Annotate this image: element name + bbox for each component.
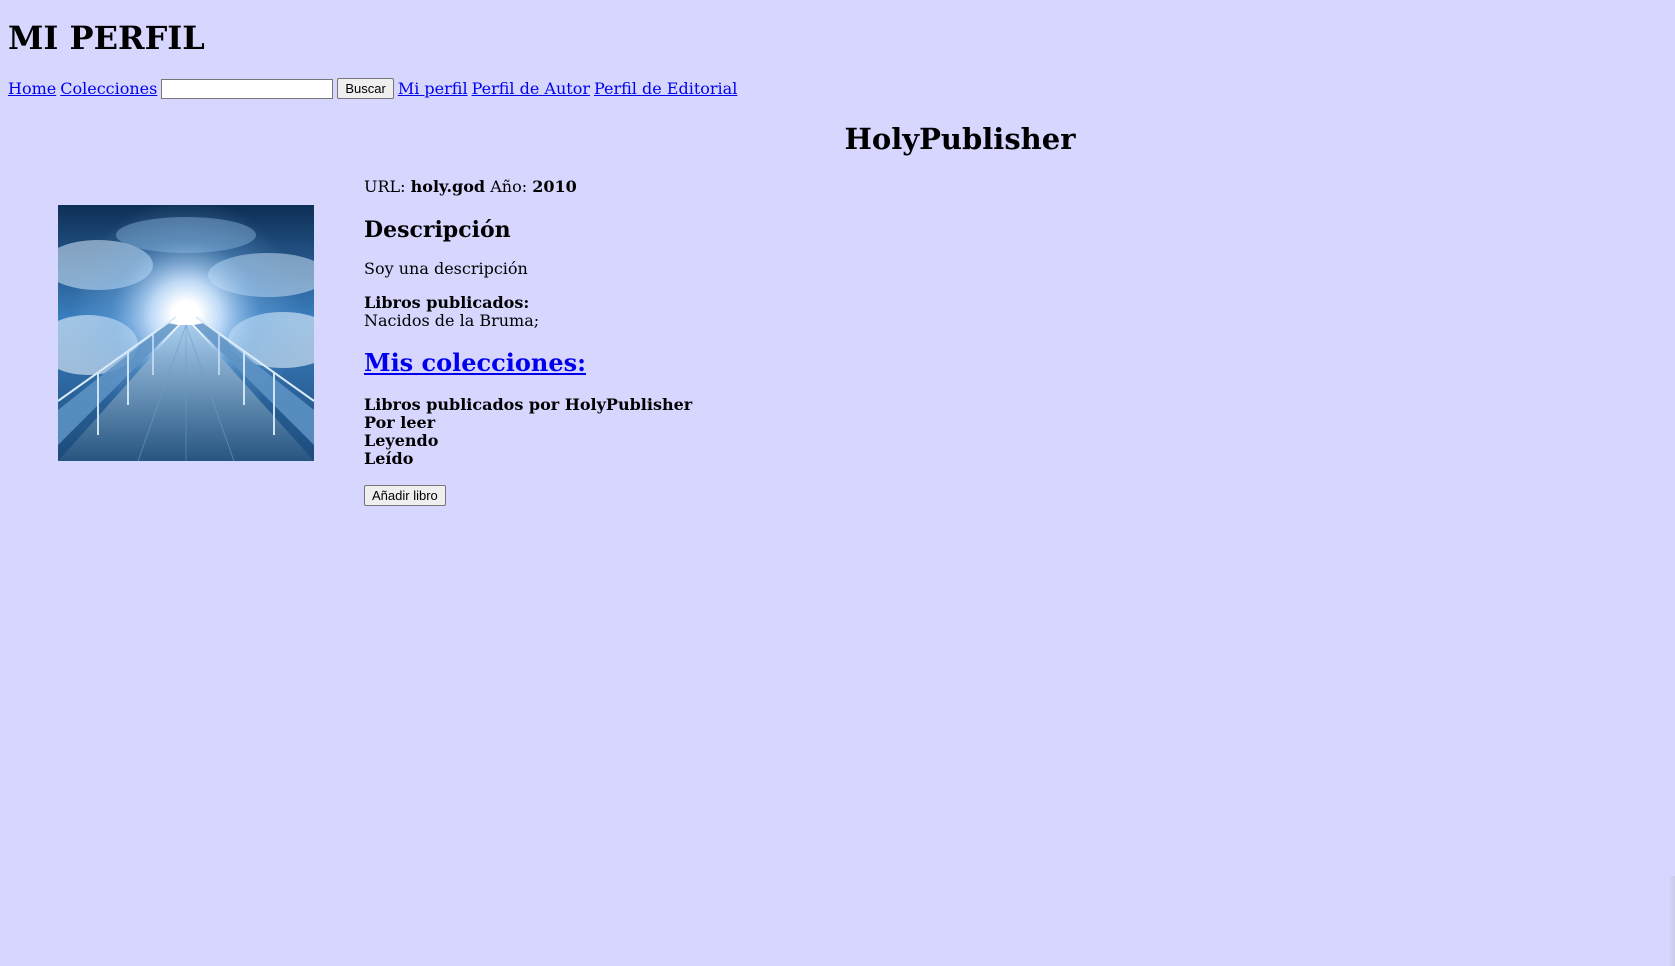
nav-author-profile-link[interactable]: Perfil de Autor [472,79,590,98]
nav-my-profile-link[interactable]: Mi perfil [398,79,468,98]
collections-link[interactable]: Mis colecciones: [364,348,586,377]
nav-collections-link[interactable]: Colecciones [60,79,157,98]
url-value: holy.god [410,177,486,196]
nav-publisher-profile-link[interactable]: Perfil de Editorial [594,79,737,98]
description-text: Soy una descripción [364,259,528,278]
profile-image [58,205,314,461]
profile-info: URL: holy.god Año: 2010 Descripción Soy … [364,178,1064,506]
url-label: URL: [364,177,406,196]
sky-bridge-image [58,205,314,461]
collections-title: Mis colecciones: [364,350,1064,376]
collections-list: Libros publicados por HolyPublisher Por … [364,396,1064,468]
collection-item: Leído [364,449,414,468]
window-edge-shadow [1669,876,1675,966]
search-input[interactable] [161,78,334,99]
description-title: Descripción [364,217,511,243]
nav-home-link[interactable]: Home [8,79,56,98]
add-book-wrap: Añadir libro [364,485,1064,506]
books-published-label: Libros publicados: [364,293,530,312]
search-button[interactable]: Buscar [337,78,394,99]
url-year-row: URL: holy.god Año: 2010 [364,178,1064,196]
collection-item: Por leer [364,413,436,432]
collection-item: Leyendo [364,431,439,450]
collection-item: Libros publicados por HolyPublisher [364,395,693,414]
add-book-button[interactable]: Añadir libro [364,485,446,506]
year-label: Año: [490,177,528,196]
main-nav: Home Colecciones Buscar Mi perfil Perfil… [8,78,737,99]
books-published-list: Nacidos de la Bruma; [364,311,540,330]
year-value: 2010 [532,177,577,196]
page-title: MI PERFIL [8,19,205,57]
publisher-name: HolyPublisher [844,122,1076,156]
